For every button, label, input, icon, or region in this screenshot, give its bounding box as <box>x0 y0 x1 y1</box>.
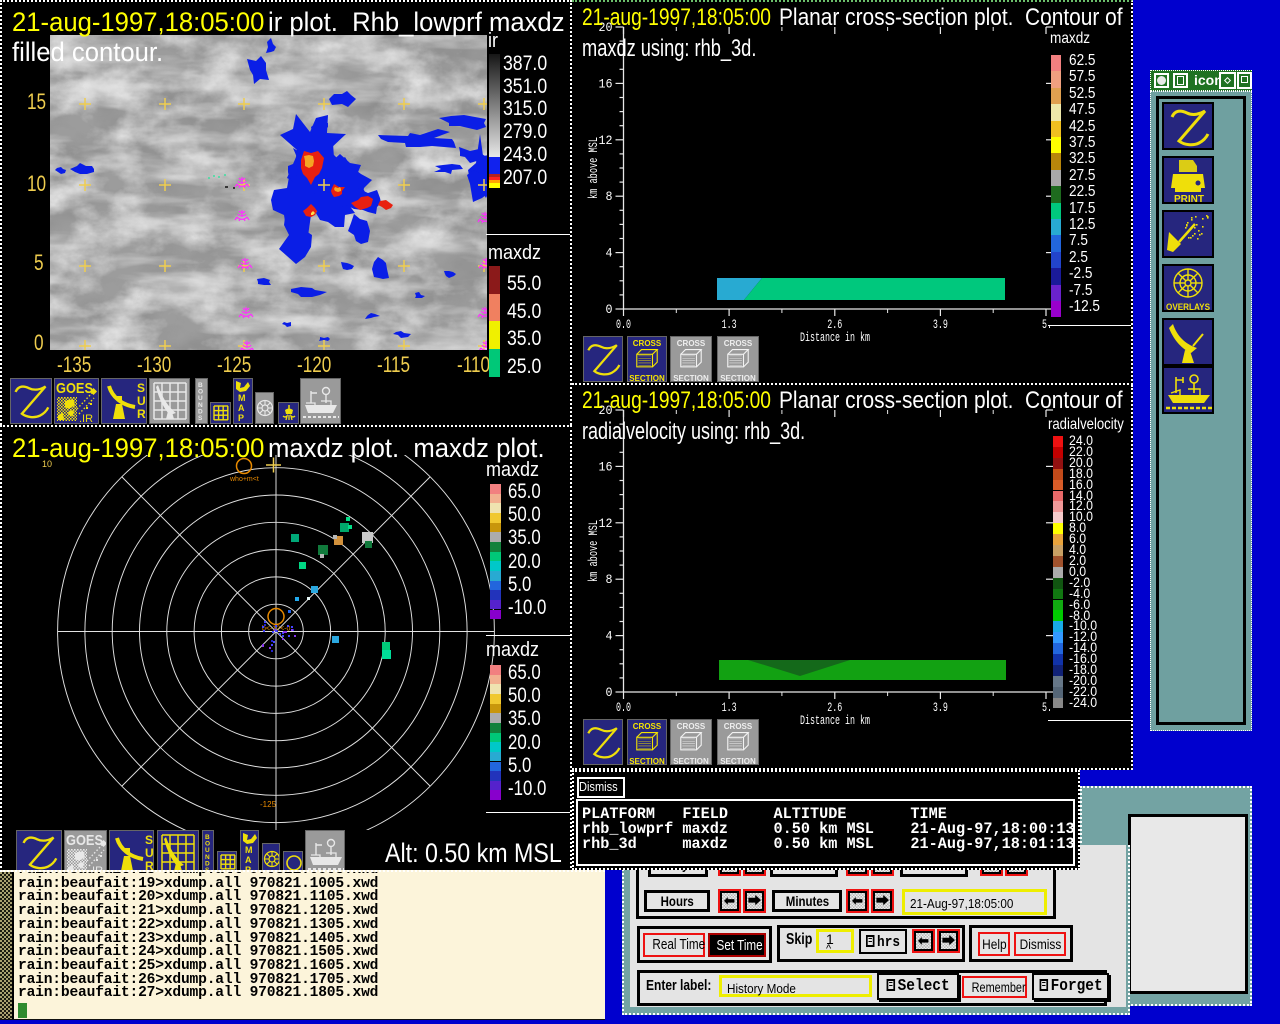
svg-text:PRINT: PRINT <box>1174 194 1204 204</box>
svg-text:OVERLAYS: OVERLAYS <box>1166 302 1210 312</box>
svg-text:A: A <box>238 403 245 413</box>
svg-text:0.0: 0.0 <box>616 700 631 715</box>
svg-text:16: 16 <box>599 76 613 91</box>
svg-text:M: M <box>245 845 253 855</box>
svg-text:A: A <box>245 855 252 865</box>
svg-text:1.3: 1.3 <box>722 700 737 715</box>
svg-text:.IR: .IR <box>79 413 93 423</box>
svg-text:P: P <box>238 413 244 423</box>
svg-text:8: 8 <box>606 572 613 587</box>
svg-text:4: 4 <box>606 246 613 261</box>
svg-text:who+m<t: who+m<t <box>229 476 259 483</box>
svg-text:M: M <box>238 393 246 403</box>
svg-text:km above MSL: km above MSL <box>587 520 601 582</box>
svg-text:U: U <box>145 846 154 860</box>
svg-text:0: 0 <box>606 302 613 317</box>
svg-text:Distance in km: Distance in km <box>800 714 870 728</box>
svg-text:8: 8 <box>606 189 613 204</box>
svg-text:GOES: GOES <box>56 380 93 397</box>
svg-text:0.0: 0.0 <box>616 317 631 332</box>
svg-text:Distance in km: Distance in km <box>800 331 870 345</box>
svg-text:0: 0 <box>606 685 613 700</box>
svg-text:km above MSL: km above MSL <box>587 137 601 199</box>
svg-text:4: 4 <box>606 629 613 644</box>
svg-text:16: 16 <box>599 459 613 474</box>
svg-text:3.9: 3.9 <box>933 317 948 332</box>
svg-text:1.3: 1.3 <box>722 317 737 332</box>
svg-text:5.: 5. <box>1042 700 1052 715</box>
svg-text:S: S <box>198 415 203 422</box>
svg-text:2.6: 2.6 <box>827 317 842 332</box>
svg-text:R: R <box>137 407 146 421</box>
svg-text:3.9: 3.9 <box>933 700 948 715</box>
svg-text:S: S <box>137 381 145 395</box>
svg-text:U: U <box>137 394 146 408</box>
svg-text:GOES: GOES <box>66 832 103 849</box>
svg-text:-125: -125 <box>260 800 277 809</box>
svg-text:2.6: 2.6 <box>827 700 842 715</box>
svg-text:S: S <box>145 833 153 847</box>
